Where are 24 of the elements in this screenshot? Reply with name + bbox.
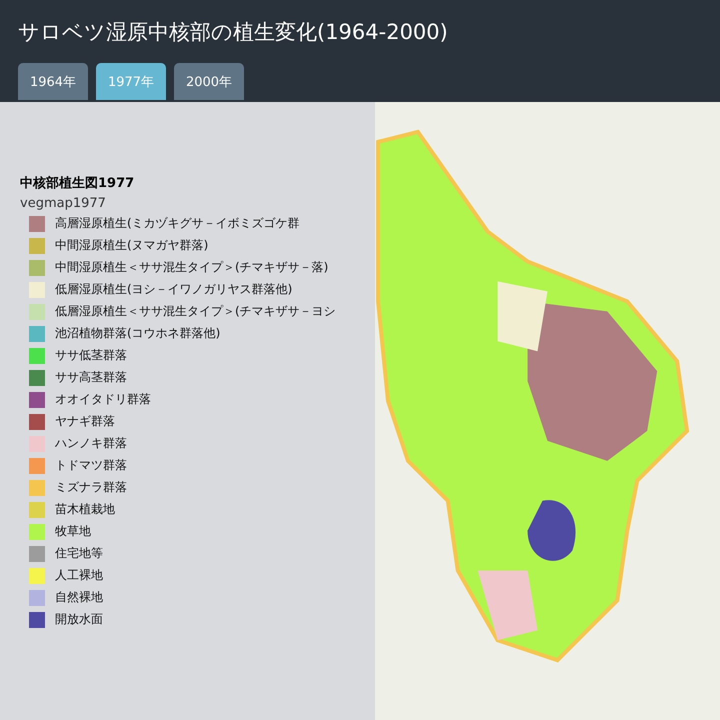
- legend-label: 低層湿原植生＜ササ混生タイプ＞(チマキザサ－ヨシ: [55, 303, 336, 320]
- legend-label: 人工裸地: [55, 567, 103, 584]
- legend-label: トドマツ群落: [55, 457, 127, 474]
- page-title: サロベツ湿原中核部の植生変化(1964-2000): [18, 19, 449, 46]
- legend-label: 低層湿原植生(ヨシ－イワノガリヤス群落他): [55, 281, 292, 298]
- legend-label: 池沼植物群落(コウホネ群落他): [55, 325, 220, 342]
- legend-label: ササ高茎群落: [55, 369, 127, 386]
- legend-label: ハンノキ群落: [55, 435, 127, 452]
- legend-label: 自然裸地: [55, 589, 103, 606]
- legend-label: 牧草地: [55, 523, 91, 540]
- legend-label: 住宅地等: [55, 545, 103, 562]
- legend-label: ミズナラ群落: [55, 479, 127, 496]
- legend-label: オオイタドリ群落: [55, 391, 151, 408]
- legend-label: 中間湿原植生(ヌマガヤ群落): [55, 237, 208, 254]
- layer-name: vegmap1977: [20, 196, 107, 211]
- legend-label: 苗木植栽地: [55, 501, 115, 518]
- year-tab[interactable]: 1964年: [18, 63, 88, 100]
- legend-label: 高層湿原植生(ミカヅキグサ－イボミズゴケ群: [55, 215, 300, 232]
- legend-label: 開放水面: [55, 611, 103, 628]
- legend-label: ササ低茎群落: [55, 347, 127, 364]
- legend-label: 中間湿原植生＜ササ混生タイプ＞(チマキザサ－落): [55, 259, 328, 276]
- year-tab[interactable]: 2000年: [174, 63, 244, 100]
- legend-label: ヤナギ群落: [55, 413, 115, 430]
- legend-title: 中核部植生図1977: [20, 174, 136, 192]
